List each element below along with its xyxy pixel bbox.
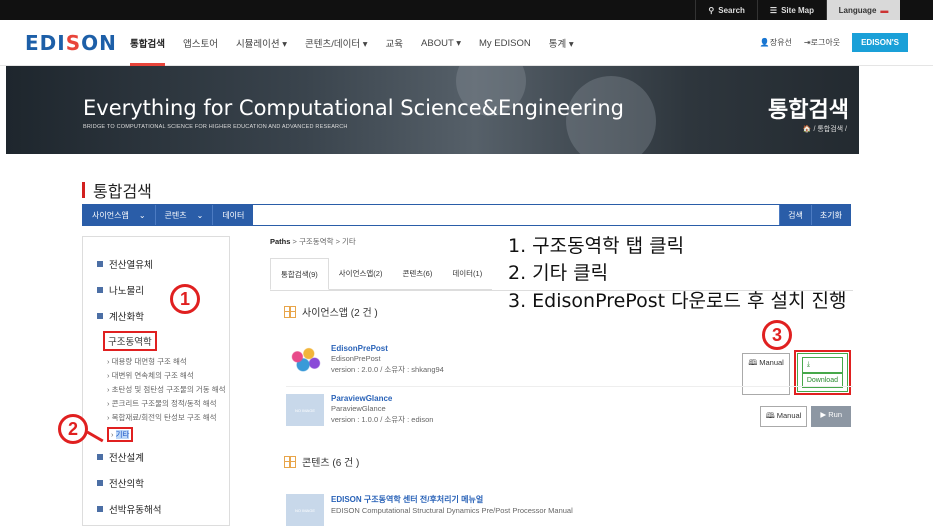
hero-banner: Everything for Computational Science&Eng… <box>6 66 859 154</box>
language-selector[interactable]: Language ▬ <box>826 0 900 20</box>
book-icon: 🕮 <box>765 411 777 420</box>
user-link[interactable]: 👤장유선 <box>760 37 792 48</box>
filter-scienceapp[interactable]: 사이언스앱 ⌄ <box>83 205 155 225</box>
app-name-link[interactable]: EdisonPrePost <box>331 344 444 353</box>
content-row: NO IMAGE EDISON 구조동역학 센터 전/후처리기 메뉴얼 EDIS… <box>286 494 853 526</box>
nav-item-my-edison[interactable]: My EDISON <box>479 20 531 66</box>
category-structural-dynamics[interactable]: 구조동역학 <box>103 331 157 351</box>
menu-icon: ☰ <box>769 5 778 15</box>
user-icon: 👤 <box>759 38 770 47</box>
logout-link[interactable]: ⇥로그아웃 <box>804 37 840 48</box>
tab-scienceapp[interactable]: 사이언스앱(2) <box>328 258 393 290</box>
filter-bar: 사이언스앱 ⌄ 콘텐츠 ⌄ 데이터 검색 초기화 <box>82 204 851 226</box>
section-content: 콘텐츠 (6 건 ) <box>284 454 359 469</box>
app-info: EdisonPrePost EdisonPrePost version : 2.… <box>331 344 444 374</box>
search-icon: ⚲ <box>708 5 715 15</box>
download-button[interactable]: ⤓ Download <box>793 350 851 395</box>
subcategory-2[interactable]: › 대변위 연속체의 구조 해석 <box>97 369 227 383</box>
edison-logo[interactable]: EDISON <box>25 31 117 55</box>
category-medical[interactable]: 전산의학 <box>97 476 229 490</box>
subcategory-4[interactable]: › 콘크리트 구조물의 정적/동적 해석 <box>97 397 227 411</box>
top-utility-bar: ⚲ Search ☰ Site Map Language ▬ <box>0 0 933 20</box>
manual-button[interactable]: 🕮 Manual <box>759 406 808 427</box>
banner-title: 통합검색 <box>768 97 849 122</box>
nav-item-content-data[interactable]: 콘텐츠/데이터 ▾ <box>305 20 368 66</box>
step-marker-2: 2 <box>58 414 88 444</box>
result-tabs: 통합검색(9) 사이언스앱(2) 콘텐츠(6) 데이터(1) <box>270 258 493 290</box>
page-title: 통합검색 <box>82 178 152 202</box>
instruction-step-3: 3. EdisonPrePost 다운로드 후 설치 진행 <box>508 290 847 312</box>
bullet-icon <box>97 506 103 512</box>
book-icon: 🕮 <box>748 358 760 367</box>
app-actions: 🕮 Manual ⤓ Download <box>742 350 851 395</box>
nav-item-education[interactable]: 교육 <box>386 20 403 66</box>
sitemap-link[interactable]: ☰ Site Map <box>756 0 826 20</box>
section-scienceapp: 사이언스앱 (2 건 ) <box>284 304 378 319</box>
title-accent <box>82 182 85 198</box>
search-button[interactable]: 검색 <box>779 205 811 225</box>
chevron-down-icon: ⌄ <box>196 210 204 220</box>
manual-button[interactable]: 🕮 Manual <box>742 353 790 395</box>
bullet-icon <box>97 287 103 293</box>
nav-item-appstore[interactable]: 앱스토어 <box>183 20 218 66</box>
bullet-icon <box>97 454 103 460</box>
logout-icon: ⇥ <box>803 38 811 47</box>
app-name-link[interactable]: ParaviewGlance <box>331 394 433 403</box>
breadcrumb: 🏠 / 통합검색 / <box>802 126 847 133</box>
content-name-link[interactable]: EDISON 구조동역학 센터 전/후처리기 메뉴얼 <box>331 494 573 505</box>
tab-content[interactable]: 콘텐츠(6) <box>392 258 443 290</box>
banner-subline: BRIDGE TO COMPUTATIONAL SCIENCE FOR HIGH… <box>83 124 348 130</box>
tab-data[interactable]: 데이터(1) <box>442 258 493 290</box>
bullet-icon <box>97 313 103 319</box>
grid-icon <box>284 305 296 318</box>
nav-menu: 통합검색 앱스토어 시뮬레이션 ▾ 콘텐츠/데이터 ▾ 교육 ABOUT ▾ M… <box>130 20 574 66</box>
subcategory-1[interactable]: › 대용량 대면형 구조 해석 <box>97 355 227 369</box>
category-sidebar: 전산열유체 나노물리 계산화학 구조동역학 › 대용량 대면형 구조 해석 › … <box>82 236 230 526</box>
subcategory-etc[interactable]: › 기타 <box>107 427 134 442</box>
nav-item-about[interactable]: ABOUT ▾ <box>421 20 461 66</box>
chevron-down-icon: ⌄ <box>138 210 146 220</box>
no-image-thumbnail: NO IMAGE <box>286 394 324 426</box>
instruction-step-2: 2. 기타 클릭 <box>508 262 609 284</box>
content-info: EDISON 구조동역학 센터 전/후처리기 메뉴얼 EDISON Comput… <box>331 494 573 515</box>
nav-item-stats[interactable]: 통계 ▾ <box>549 20 574 66</box>
instruction-step-1: 1. 구조동역학 탭 클릭 <box>508 235 685 257</box>
category-chem[interactable]: 계산화학 <box>97 309 229 323</box>
row-divider <box>286 386 853 387</box>
category-cfd[interactable]: 전산열유체 <box>97 257 229 271</box>
main-nav: EDISON 통합검색 앱스토어 시뮬레이션 ▾ 콘텐츠/데이터 ▾ 교육 AB… <box>0 20 933 66</box>
subcategory-5[interactable]: › 복합재료/회전익 탄성보 구조 해석 <box>97 411 227 425</box>
bullet-icon <box>97 261 103 267</box>
step-marker-1: 1 <box>170 284 200 314</box>
search-link[interactable]: ⚲ Search <box>695 0 757 20</box>
step-marker-3: 3 <box>762 320 792 350</box>
reset-button[interactable]: 초기화 <box>810 205 850 225</box>
category-design[interactable]: 전산설계 <box>97 450 229 464</box>
category-nano[interactable]: 나노물리 <box>97 283 229 297</box>
app-actions: 🕮 Manual ▶ Run <box>759 406 851 427</box>
nav-item-simulation[interactable]: 시뮬레이션 ▾ <box>236 20 287 66</box>
grid-icon <box>284 455 296 468</box>
app-row-paraviewglance: NO IMAGE ParaviewGlance ParaviewGlance v… <box>286 394 853 427</box>
category-ship[interactable]: 선박유동해석 <box>97 502 229 516</box>
app-thumbnail <box>286 344 324 376</box>
download-icon: ⤓ <box>801 357 843 373</box>
subcategory-3[interactable]: › 초탄성 및 점탄성 구조물의 거동 해석 <box>97 383 227 397</box>
nav-item-search[interactable]: 통합검색 <box>130 20 165 66</box>
flag-icon: ▬ <box>880 5 889 15</box>
filter-data[interactable]: 데이터 <box>212 205 254 225</box>
bullet-icon <box>97 480 103 486</box>
run-button[interactable]: ▶ Run <box>811 406 851 427</box>
banner-headline: Everything for Computational Science&Eng… <box>83 96 625 120</box>
nav-user-area: 👤장유선 ⇥로그아웃 EDISON'S <box>760 33 908 52</box>
edisons-button[interactable]: EDISON'S <box>852 33 908 52</box>
tab-all[interactable]: 통합검색(9) <box>270 258 329 290</box>
app-row-edisonprepost: EdisonPrePost EdisonPrePost version : 2.… <box>286 344 853 395</box>
filter-content[interactable]: 콘텐츠 ⌄ <box>154 205 213 225</box>
app-info: ParaviewGlance ParaviewGlance version : … <box>331 394 434 424</box>
no-image-thumbnail: NO IMAGE <box>286 494 324 526</box>
